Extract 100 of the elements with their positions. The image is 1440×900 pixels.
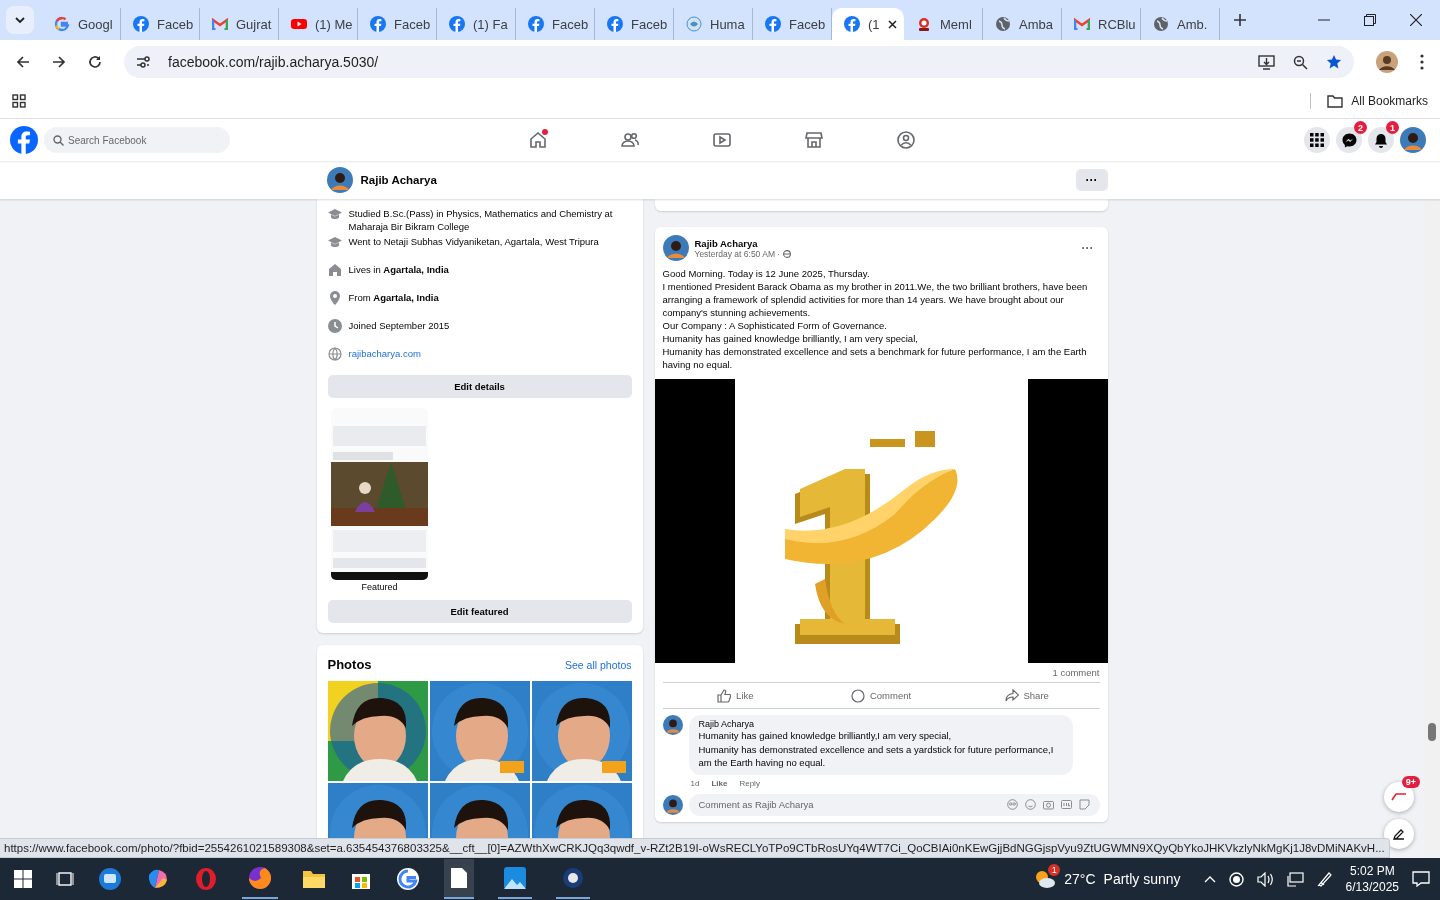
temperature[interactable]: 27°C [1064,871,1096,887]
intro-text: From Agartala, India [348,291,439,304]
bell-icon [1374,132,1388,148]
menu-button[interactable] [1304,127,1330,153]
comment-count[interactable]: 1 comment [1052,667,1100,678]
close-icon[interactable] [1410,14,1422,26]
avatar-icon[interactable] [662,235,689,261]
photos-title: Photos [327,657,372,672]
document-icon [450,867,468,889]
chat-bubble-icon [1341,132,1357,148]
forward-icon[interactable] [52,55,66,69]
post-text: Humanity has demonstrated excellence and sets a benchmark for future performance, I am the Earth having no equal. [662,345,1088,371]
windows-icon[interactable] [14,870,32,888]
market-icon [805,131,823,149]
menu-icon[interactable] [1420,54,1424,70]
author-name[interactable]: Rajib Acharya [694,237,792,249]
browser-icon[interactable] [396,867,420,891]
messenger-button[interactable] [1336,127,1362,153]
logo-icon[interactable] [10,126,38,154]
post-text: Our Company : A Sophisticated Form of Governance. [662,319,888,332]
mascot-icon [916,16,932,32]
notifications-button[interactable] [1368,127,1394,153]
link-icon [327,347,342,361]
avatar-icon[interactable] [662,794,683,815]
more-button[interactable]: ··· [1075,169,1108,191]
app-icon[interactable] [98,867,122,891]
like-link[interactable]: Like [711,778,728,788]
intro-text: Studied B.Sc.(Pass) in Physics, Mathematics and Chemistry at Maharaja Bir Bikram College [348,207,614,233]
f-logo-icon [528,16,544,32]
f-logo-icon [370,16,386,32]
weather-icon[interactable] [1034,869,1057,889]
reload-icon[interactable] [88,55,102,69]
chevron-up-icon[interactable] [1203,875,1216,883]
bookmarks-folder[interactable]: All Bookmarks [1327,94,1428,108]
comment-field[interactable]: Comment as Rajib Acharya [688,793,1100,816]
see-all-photos-link[interactable]: See all photos [564,658,632,671]
weather-condition[interactable]: Partly sunny [1103,871,1181,887]
apps-grid-icon[interactable] [12,94,26,108]
edit-details-button[interactable]: Edit details [327,375,632,398]
scrollbar[interactable] [1424,199,1440,858]
pen-icon[interactable] [1316,871,1333,887]
sticker-icon[interactable] [1078,799,1090,810]
speech-bubble-icon [850,688,865,703]
notification-dot [542,129,548,135]
friends-icon [621,131,639,149]
post-time[interactable]: Yesterday at 6:50 AM · [694,248,781,259]
address-bar[interactable]: facebook.com/rajib.acharya.5030/ [124,46,1354,78]
post-text: I mentioned President Barack Obama as my brother in 2011.We, the two brilliant brothers, have been arranging a framework of splendid activities for more than 14 years. We have brought about our company's stunning achievements. [662,280,1089,319]
camera-icon[interactable] [1042,799,1054,810]
back-icon[interactable] [16,55,30,69]
globe-icon [783,249,792,258]
caret-icon [14,14,26,26]
browser-tab[interactable]: (1 [832,8,904,40]
tab-search-button[interactable] [6,6,34,34]
avatar-icon[interactable] [662,715,683,735]
network-icon[interactable] [1286,871,1304,887]
website-link[interactable]: rajibacharya.com [348,347,421,360]
pencil-icon [1393,828,1405,840]
profile-avatar-icon[interactable] [1400,127,1426,153]
volume-icon[interactable] [1256,871,1274,887]
notification-badge: 2 [1354,121,1367,134]
close-icon[interactable] [887,19,897,29]
search-field[interactable]: Search Facebook [44,127,230,153]
profile-name: Rajib Acharya [360,174,437,186]
restore-icon[interactable] [1364,14,1376,26]
disc-icon [562,867,584,889]
more-options-button[interactable]: ··· [1081,241,1100,255]
new-tab-icon[interactable] [1234,14,1246,26]
edit-featured-button[interactable]: Edit featured [327,600,632,623]
site-settings-icon[interactable] [136,55,150,69]
install-icon[interactable] [1258,54,1275,70]
comment-author[interactable]: Rajib Acharya [698,719,1063,729]
emblem-icon [686,16,702,32]
profile-avatar-icon[interactable] [1376,51,1398,73]
share-button[interactable]: Share [953,683,1100,708]
status-url: https://www.facebook.com/photo/?fbid=2554261021589308&set=a.635454376803325&__cft__[0]=AZWthXwCRKJQq3qwdf_v-RZt2B19I-oWsRECLYoTPo9CTbRosUYq4WT7Ci_QoCBIAi0nKEwGjjBdNGGjspVyu9ZtUGWMN9XQyQbYkoJHKVkzlyNkMgKj1J8vDMiNAKvH... [0,838,1390,858]
app-icon[interactable] [146,867,170,891]
like-button[interactable]: Like [662,683,809,708]
star-icon[interactable] [1326,54,1342,70]
intro-text: Joined September 2015 [348,319,450,332]
record-icon[interactable] [1228,871,1244,887]
reply-link[interactable]: Reply [739,778,760,788]
task-view-icon[interactable] [56,870,74,888]
zoom-icon[interactable] [1293,54,1308,70]
globe-icon [1153,16,1169,32]
document-taskbar-button[interactable] [444,859,474,899]
clock-date[interactable]: 6/13/2025 [1345,879,1399,895]
browser-icon [248,866,272,890]
compose-button[interactable] [1384,819,1414,849]
g-logo-icon [54,16,70,32]
comment-age[interactable]: 1d [690,778,700,788]
gif-icon[interactable] [1060,799,1072,810]
home-icon [327,263,342,277]
notifications-icon[interactable] [1412,871,1430,887]
comment-button[interactable]: Comment [808,683,954,708]
avatar-icon[interactable] [326,167,353,193]
folder-icon[interactable] [302,869,326,889]
f-logo-icon [607,16,623,32]
clock-time[interactable]: 5:02 PM [1349,863,1395,879]
post-text: Good Morning. Today is 12 June 2025, Thursday. [662,267,871,280]
